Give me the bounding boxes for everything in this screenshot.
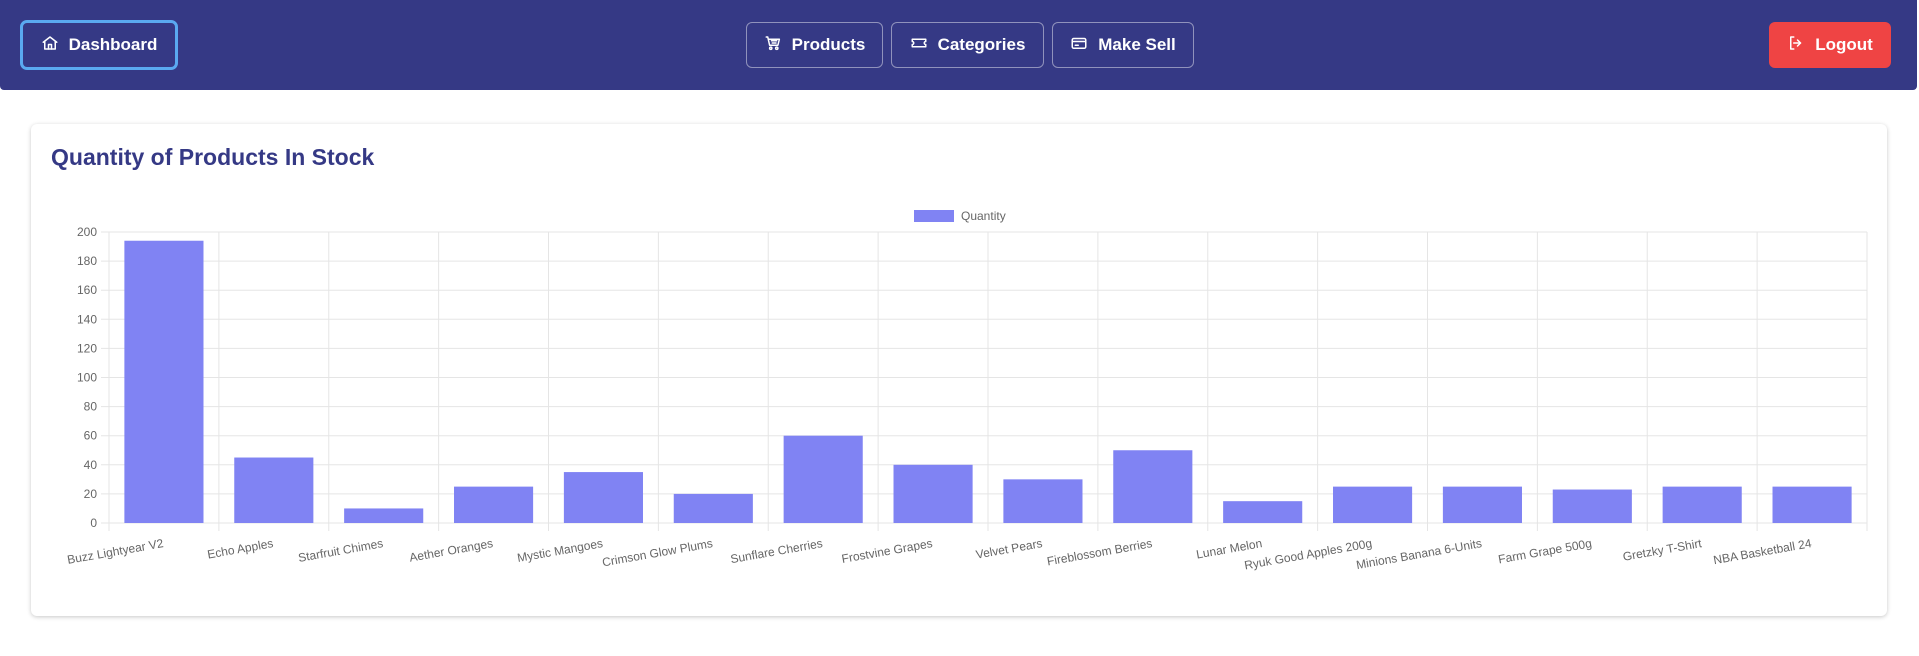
y-tick-label: 140 <box>77 312 97 326</box>
bar <box>1442 486 1522 523</box>
products-button[interactable]: Products <box>746 22 883 68</box>
stock-bar-chart: 0 20 40 60 80 100 120 140 160 180 200 Buzz Lightyea… <box>66 209 1868 572</box>
y-tick-label: 160 <box>77 283 97 297</box>
bar <box>1662 486 1742 523</box>
logout-icon <box>1787 34 1805 57</box>
bar <box>344 508 424 523</box>
y-tick-label: 40 <box>84 458 98 472</box>
bar <box>1772 486 1852 523</box>
x-tick-label: Ryuk Good Apples 200g <box>1243 536 1373 572</box>
products-label: Products <box>791 35 866 54</box>
x-tick-label: Fireblossom Berries <box>1046 536 1154 568</box>
y-tick-label: 0 <box>90 516 97 530</box>
bar <box>1552 489 1632 523</box>
y-tick-label: 200 <box>77 225 97 239</box>
x-tick-label: Aether Oranges <box>408 536 494 564</box>
y-tick-label: 20 <box>84 487 98 501</box>
legend-label: Quantity <box>961 209 1006 223</box>
x-tick-label: Buzz Lightyear V2 <box>66 536 165 567</box>
bar <box>454 486 534 523</box>
bar <box>234 457 314 523</box>
x-tick-label: Mystic Mangoes <box>516 536 604 565</box>
logout-button[interactable]: Logout <box>1769 22 1891 68</box>
make-sell-button[interactable]: Make Sell <box>1052 22 1194 68</box>
x-tick-label: Crimson Glow Plums <box>601 536 714 569</box>
home-icon <box>41 34 59 57</box>
bar <box>673 493 753 523</box>
bar <box>563 472 643 523</box>
logout-label: Logout <box>1815 35 1873 54</box>
y-tick-label: 100 <box>77 371 97 385</box>
x-tick-label: Frostvine Grapes <box>841 536 934 566</box>
navbar: Dashboard Products Categories Make Sell … <box>0 0 1917 90</box>
y-tick-label: 180 <box>77 254 97 268</box>
stock-chart-card: Quantity of Products In Stock 0 20 40 60 80 1… <box>31 124 1887 616</box>
x-tick-label: Starfruit Chimes <box>297 536 384 565</box>
bar <box>1333 486 1413 523</box>
x-tick-label: Gretzky T-Shirt <box>1622 536 1704 564</box>
x-tick-label: Minions Banana 6-Units <box>1355 536 1483 572</box>
x-tick-label: Echo Apples <box>206 536 274 561</box>
bar <box>124 240 204 523</box>
dashboard-button[interactable]: Dashboard <box>20 20 178 70</box>
y-tick-label: 80 <box>84 400 98 414</box>
y-tick-label: 120 <box>77 341 97 355</box>
credit-card-icon <box>1070 34 1088 57</box>
x-tick-label: Farm Grape 500g <box>1497 536 1593 566</box>
y-tick-label: 60 <box>84 429 98 443</box>
dashboard-label: Dashboard <box>68 35 158 54</box>
bar <box>893 464 973 523</box>
x-tick-label: NBA Basketball 24 <box>1712 536 1813 567</box>
cart-icon <box>764 34 782 57</box>
bar <box>783 435 863 523</box>
bar <box>1223 501 1303 523</box>
x-tick-label: Sunflare Cherries <box>729 536 823 566</box>
make-sell-label: Make Sell <box>1098 35 1176 54</box>
legend-swatch <box>914 210 954 222</box>
bar <box>1113 450 1193 523</box>
bar <box>1003 479 1083 523</box>
categories-label: Categories <box>937 35 1026 54</box>
ticket-icon <box>910 34 928 57</box>
categories-button[interactable]: Categories <box>891 22 1044 68</box>
x-tick-label: Velvet Pears <box>975 536 1044 561</box>
